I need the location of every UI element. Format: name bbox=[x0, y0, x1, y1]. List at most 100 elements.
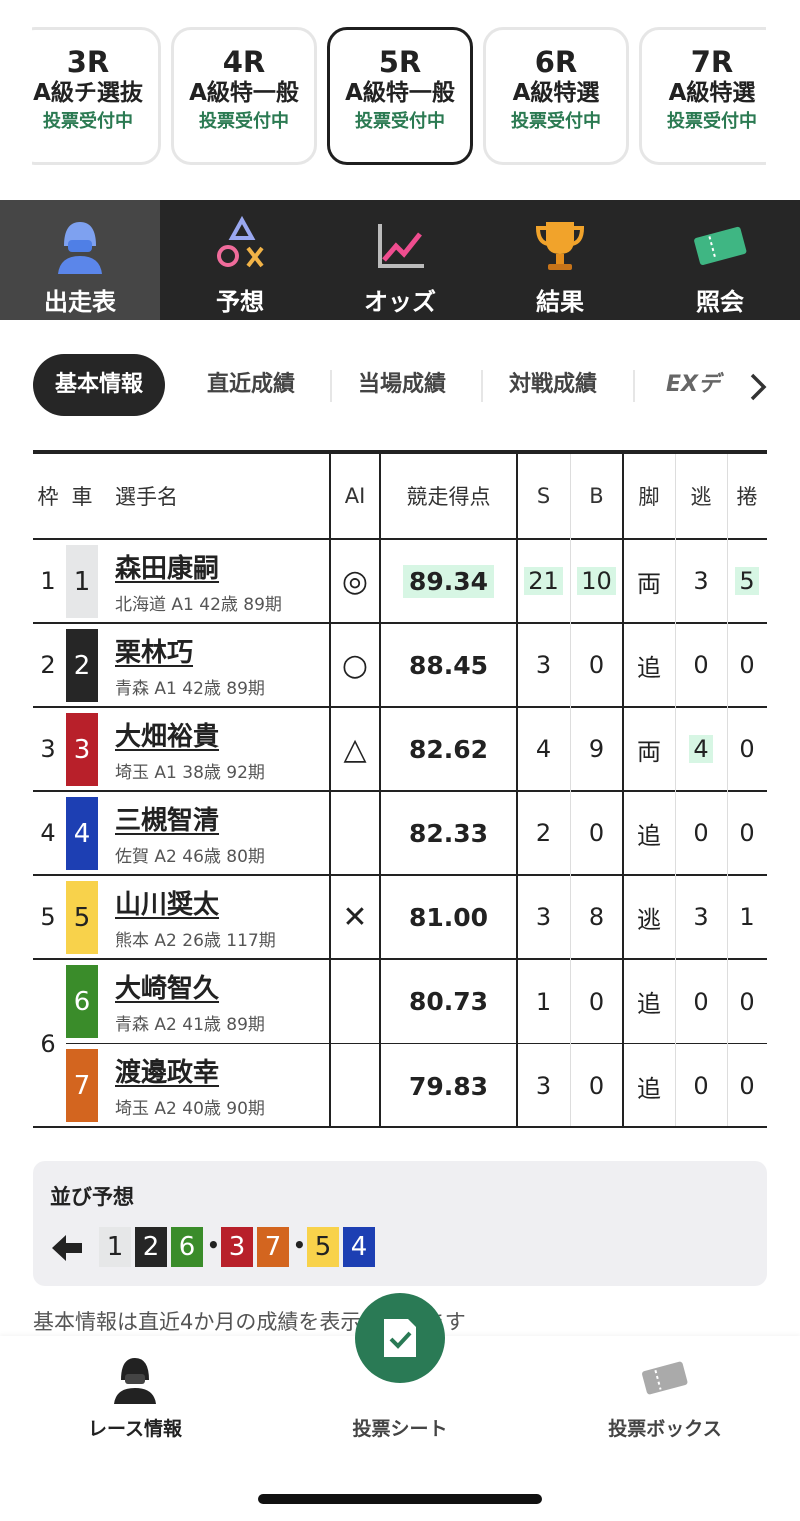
nav-tab-prediction[interactable]: 予想 bbox=[160, 200, 320, 320]
race-card-4r[interactable]: 4R A級特一般 投票受付中 bbox=[171, 27, 317, 165]
nige-count: 0 bbox=[693, 651, 709, 679]
race-status: 投票受付中 bbox=[43, 111, 133, 132]
chart-icon bbox=[378, 224, 424, 268]
entry-table: 枠 車 選手名 AI 競走得点 S B 脚 逃 捲 1 1 森田康嗣 北海道 A… bbox=[33, 450, 767, 1128]
riding-style: 両 bbox=[637, 569, 661, 598]
s-count: 21 bbox=[524, 567, 563, 595]
riding-style: 両 bbox=[637, 737, 661, 766]
bike-number: 7 bbox=[66, 1049, 98, 1122]
waku-number: 3 bbox=[40, 735, 56, 763]
col-s: S bbox=[536, 484, 551, 508]
column-rule bbox=[675, 454, 676, 1126]
bet-sheet-fab[interactable] bbox=[355, 1293, 445, 1383]
makuri-count: 0 bbox=[739, 819, 755, 847]
score-value: 79.83 bbox=[408, 1071, 489, 1101]
race-class: A級チ選抜 bbox=[33, 80, 143, 106]
column-rule bbox=[516, 454, 518, 1126]
table-row[interactable]: 1 1 森田康嗣 北海道 A1 42歳 89期 ◎ 89.34 21 10 両 … bbox=[33, 540, 767, 624]
b-count: 8 bbox=[588, 903, 605, 931]
chevron-right-icon[interactable] bbox=[748, 372, 768, 402]
race-class: A級特選 bbox=[668, 80, 756, 106]
s-count: 3 bbox=[535, 1072, 552, 1100]
race-status: 投票受付中 bbox=[511, 111, 601, 132]
s-count: 1 bbox=[535, 987, 552, 1016]
race-number: 7R bbox=[690, 45, 734, 79]
rider-meta: 青森 A1 42歳 89期 bbox=[115, 679, 265, 699]
makuri-count: 0 bbox=[739, 651, 755, 679]
nige-count: 0 bbox=[693, 1072, 709, 1100]
race-card-6r[interactable]: 6R A級特選 投票受付中 bbox=[483, 27, 629, 165]
rider-name-link[interactable]: 森田康嗣 bbox=[115, 548, 219, 585]
waku-number: 1 bbox=[40, 567, 56, 595]
bottom-tab-race-info[interactable]: レース情報 bbox=[80, 1336, 190, 1441]
makuri-count: 0 bbox=[739, 987, 755, 1016]
col-makuri: 捲 bbox=[736, 485, 758, 509]
tab-basic-info[interactable]: 基本情報 bbox=[33, 354, 166, 416]
riding-style: 追 bbox=[637, 1074, 661, 1103]
checklist-icon bbox=[384, 1319, 416, 1357]
bottom-tab-bet-box[interactable]: 投票ボックス bbox=[600, 1336, 730, 1441]
ai-mark: ◎ bbox=[341, 563, 369, 599]
makuri-count: 1 bbox=[739, 903, 755, 931]
nav-label: 照会 bbox=[696, 288, 744, 316]
bike-number: 5 bbox=[66, 881, 98, 954]
line-bike-number: 5 bbox=[307, 1227, 339, 1267]
col-nige: 逃 bbox=[690, 485, 712, 509]
rider-name-link[interactable]: 大崎智久 bbox=[115, 968, 219, 1005]
b-count: 0 bbox=[588, 819, 605, 847]
rider-icon bbox=[58, 222, 102, 274]
rider-meta: 佐賀 A2 46歳 80期 bbox=[115, 847, 265, 867]
line-bike-number: 7 bbox=[257, 1227, 289, 1267]
table-row[interactable]: 6 大崎智久 青森 A2 41歳 89期 80.73 1 0 追 0 0 bbox=[66, 960, 767, 1044]
table-row[interactable]: 5 5 山川奨太 熊本 A2 26歳 117期 ✕ 81.00 3 8 逃 3 … bbox=[33, 876, 767, 960]
rider-meta: 埼玉 A2 40歳 90期 bbox=[115, 1099, 265, 1119]
waku-number: 4 bbox=[40, 819, 56, 847]
race-card-3r[interactable]: 3R A級チ選抜 投票受付中 bbox=[15, 27, 161, 165]
rider-name-link[interactable]: 山川奨太 bbox=[115, 884, 219, 921]
line-prediction-panel: 並び予想 1 2 6 • 3 7 • 5 4 bbox=[33, 1161, 767, 1286]
nav-tab-inquiry[interactable]: 照会 bbox=[640, 200, 800, 320]
rider-meta: 埼玉 A1 38歳 92期 bbox=[115, 763, 265, 783]
race-card-5r[interactable]: 5R A級特一般 投票受付中 bbox=[327, 27, 473, 165]
b-count: 10 bbox=[577, 567, 616, 595]
rider-name-link[interactable]: 三槻智清 bbox=[115, 800, 219, 837]
rider-name-link[interactable]: 栗林巧 bbox=[115, 632, 193, 669]
table-row[interactable]: 3 3 大畑裕貴 埼玉 A1 38歳 92期 △ 82.62 4 9 両 4 0 bbox=[33, 708, 767, 792]
line-bike-number: 3 bbox=[221, 1227, 253, 1267]
tab-head-to-head[interactable]: 対戦成績 bbox=[509, 354, 597, 416]
makuri-count: 0 bbox=[739, 1072, 755, 1100]
nav-tab-results[interactable]: 結果 bbox=[480, 200, 640, 320]
s-count: 3 bbox=[535, 903, 552, 931]
table-row[interactable]: 2 2 栗林巧 青森 A1 42歳 89期 ○ 88.45 3 0 追 0 0 bbox=[33, 624, 767, 708]
ai-mark: △ bbox=[343, 731, 367, 767]
col-b: B bbox=[589, 484, 604, 508]
strip-edge bbox=[766, 0, 800, 200]
table-row[interactable]: 4 4 三槻智清 佐賀 A2 46歳 80期 82.33 2 0 追 0 0 bbox=[33, 792, 767, 876]
race-number: 3R bbox=[66, 45, 110, 79]
race-class: A級特一般 bbox=[189, 80, 299, 106]
race-number: 6R bbox=[534, 45, 578, 79]
nav-tab-odds[interactable]: オッズ bbox=[320, 200, 480, 320]
score-value: 82.62 bbox=[408, 734, 489, 764]
tab-venue-results[interactable]: 当場成績 bbox=[358, 354, 446, 416]
tab-divider bbox=[481, 370, 483, 402]
rider-name-link[interactable]: 大畑裕貴 bbox=[115, 716, 219, 753]
rider-meta: 青森 A2 41歳 89期 bbox=[115, 1015, 265, 1035]
col-name: 選手名 bbox=[115, 485, 178, 509]
ai-mark bbox=[330, 1044, 380, 1128]
table-row[interactable]: 7 渡邊政幸 埼玉 A2 40歳 90期 79.83 3 0 追 0 0 bbox=[66, 1044, 767, 1128]
makuri-count: 0 bbox=[739, 735, 755, 763]
line-bike-number: 2 bbox=[135, 1227, 167, 1267]
bottom-tab-bet-sheet[interactable]: 投票シート bbox=[340, 1406, 460, 1441]
nav-tab-entries[interactable]: 出走表 bbox=[0, 200, 160, 320]
bike-number: 2 bbox=[66, 629, 98, 702]
race-card-7r[interactable]: 7R A級特選 投票受付中 bbox=[639, 27, 785, 165]
rider-name-link[interactable]: 渡邊政幸 bbox=[115, 1052, 219, 1089]
waku-number: 6 bbox=[40, 1030, 56, 1058]
tab-ex-data[interactable]: EXデ bbox=[666, 354, 744, 416]
bottom-tab-label: レース情報 bbox=[87, 1418, 183, 1440]
nige-count: 4 bbox=[689, 735, 713, 763]
tab-recent-results[interactable]: 直近成績 bbox=[207, 354, 295, 416]
col-style: 脚 bbox=[638, 485, 660, 509]
tab-divider bbox=[633, 370, 635, 402]
